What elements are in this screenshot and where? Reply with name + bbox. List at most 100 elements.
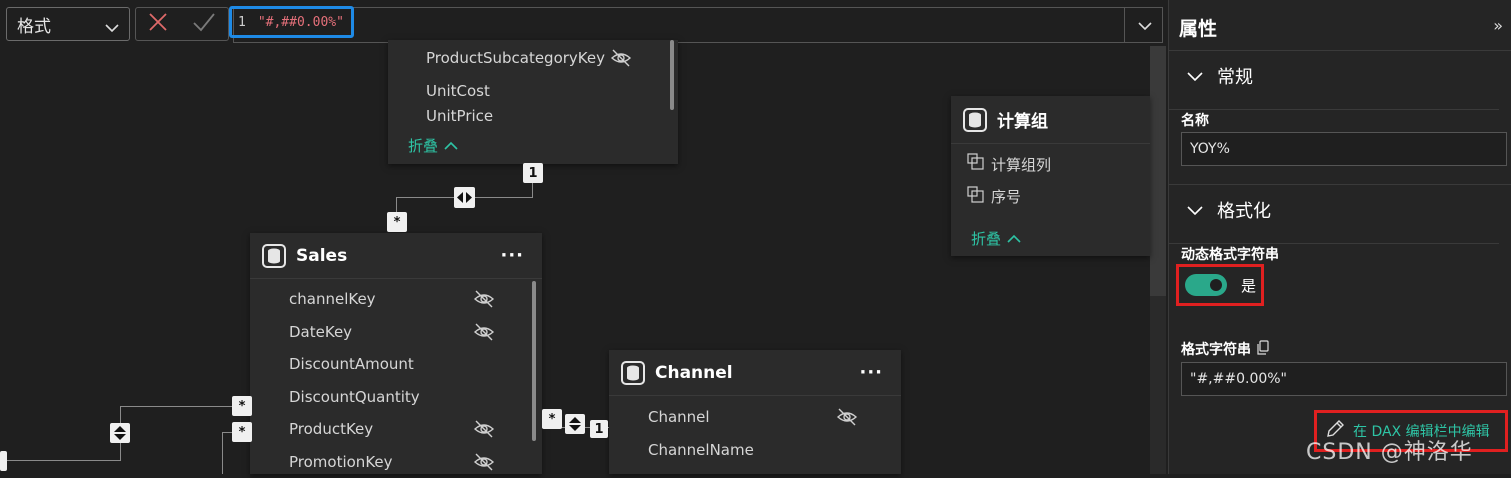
field-row[interactable]: UnitCost bbox=[426, 75, 666, 108]
section-title: 格式化 bbox=[1217, 197, 1271, 223]
relationship-line[interactable] bbox=[396, 197, 397, 213]
field-name: ProductKey bbox=[289, 420, 373, 438]
calc-column-icon bbox=[967, 186, 985, 208]
field-name: 序号 bbox=[991, 186, 1021, 207]
sales-table-card[interactable]: Sales ··· channelKey DateKey DiscountAmo… bbox=[250, 233, 542, 474]
field-row[interactable]: DiscountAmount bbox=[289, 348, 529, 381]
field-row[interactable]: PromotionKey bbox=[289, 446, 529, 478]
field-row[interactable]: channelKey bbox=[289, 283, 529, 316]
relationship-line[interactable] bbox=[0, 460, 121, 461]
many-cardinality-badge[interactable]: * bbox=[387, 212, 407, 232]
table-title: Channel bbox=[655, 363, 733, 383]
hidden-eye-icon[interactable] bbox=[473, 420, 495, 438]
single-filter-icon[interactable] bbox=[565, 414, 585, 434]
field-name: DiscountQuantity bbox=[289, 388, 420, 406]
field-name: Channel bbox=[648, 408, 710, 426]
dynamic-format-toggle-highlight: 是 bbox=[1176, 264, 1264, 306]
field-name: ChannelName bbox=[648, 441, 754, 459]
table-icon bbox=[963, 108, 987, 132]
collapse-label: 折叠 bbox=[408, 135, 438, 156]
more-options-icon[interactable]: ··· bbox=[859, 362, 883, 383]
table-icon bbox=[621, 361, 645, 385]
properties-panel: 属性 » 常规 名称 YOY% 格式化 动态格式字符串 格式字符串 "#,##0… bbox=[1168, 0, 1511, 474]
watermark: CSDN @神洛华 bbox=[1306, 434, 1473, 466]
channel-header[interactable]: Channel ··· bbox=[609, 350, 901, 396]
field-name: PromotionKey bbox=[289, 453, 393, 471]
field-row[interactable]: DateKey bbox=[289, 316, 529, 349]
field-row[interactable]: ChannelName bbox=[648, 434, 888, 467]
canvas-scrollbar[interactable] bbox=[1150, 46, 1166, 296]
copy-icon[interactable] bbox=[1257, 340, 1269, 359]
relationship-line[interactable] bbox=[222, 432, 223, 474]
field-row[interactable]: ProductSubcategoryKey bbox=[426, 42, 666, 75]
hidden-eye-icon[interactable] bbox=[473, 290, 495, 308]
field-row[interactable]: UnitPrice bbox=[426, 107, 666, 125]
commit-icon[interactable] bbox=[192, 12, 216, 36]
table-icon bbox=[262, 244, 286, 268]
table-scrollbar[interactable] bbox=[670, 40, 674, 110]
format-string-label: 格式字符串 bbox=[1181, 339, 1251, 359]
one-cardinality-badge[interactable]: 1 bbox=[590, 420, 608, 438]
cancel-icon[interactable] bbox=[148, 12, 168, 36]
format-string-input[interactable]: "#,##0.00%" bbox=[1181, 362, 1507, 396]
format-string-label-row: 格式字符串 bbox=[1181, 339, 1269, 359]
formula-code-text: "#,##0.00%" bbox=[258, 15, 344, 30]
formula-editor[interactable] bbox=[233, 7, 1163, 43]
chevron-down-icon bbox=[1187, 199, 1203, 220]
field-name: ProductSubcategoryKey bbox=[426, 49, 605, 67]
product-table-card[interactable]: ProductSubcategoryKey UnitCost UnitPrice… bbox=[388, 40, 678, 164]
field-name: UnitPrice bbox=[426, 107, 493, 125]
collapse-label: 折叠 bbox=[971, 228, 1001, 249]
bidirectional-filter-icon[interactable] bbox=[454, 187, 475, 208]
formula-code-highlight[interactable]: 1 "#,##0.00%" bbox=[229, 6, 354, 38]
one-cardinality-badge[interactable] bbox=[0, 451, 7, 471]
calc-group-card[interactable]: 计算组 计算组列 序号 折叠 bbox=[951, 96, 1150, 256]
many-cardinality-badge[interactable]: * bbox=[542, 409, 562, 429]
field-name: DiscountAmount bbox=[289, 355, 414, 373]
relationship-line[interactable] bbox=[532, 182, 533, 198]
canvas-scrollbar-track bbox=[1150, 296, 1166, 474]
collapse-link[interactable]: 折叠 bbox=[971, 228, 1021, 249]
name-label: 名称 bbox=[1169, 109, 1499, 130]
property-dropdown[interactable]: 格式 bbox=[6, 7, 130, 41]
toggle-knob bbox=[1210, 279, 1222, 291]
relationship-line[interactable] bbox=[120, 406, 233, 407]
chevron-down-icon bbox=[1138, 16, 1152, 35]
sales-header[interactable]: Sales ··· bbox=[250, 233, 542, 279]
format-section-header[interactable]: 格式化 bbox=[1169, 184, 1511, 234]
hidden-eye-icon[interactable] bbox=[610, 49, 632, 67]
hidden-eye-icon[interactable] bbox=[473, 323, 495, 341]
collapse-link[interactable]: 折叠 bbox=[408, 135, 458, 156]
expand-panel-icon[interactable]: » bbox=[1493, 16, 1503, 35]
many-cardinality-badge[interactable]: * bbox=[232, 396, 252, 416]
general-section-header[interactable]: 常规 bbox=[1169, 50, 1511, 100]
hidden-eye-icon[interactable] bbox=[473, 453, 495, 471]
name-input[interactable]: YOY% bbox=[1181, 132, 1507, 166]
one-cardinality-badge[interactable]: 1 bbox=[523, 163, 543, 183]
chevron-up-icon bbox=[1007, 230, 1021, 248]
formula-expand-button[interactable] bbox=[1124, 8, 1164, 42]
field-row[interactable]: 计算组列 bbox=[967, 148, 1051, 181]
field-row[interactable]: 序号 bbox=[967, 181, 1051, 214]
single-filter-icon[interactable] bbox=[110, 423, 130, 443]
calc-column-icon bbox=[967, 153, 985, 175]
dynamic-format-toggle[interactable] bbox=[1185, 274, 1227, 296]
field-row[interactable]: ProductKey bbox=[289, 413, 529, 446]
field-row[interactable]: Channel bbox=[648, 401, 888, 434]
table-scrollbar[interactable] bbox=[532, 281, 536, 441]
field-name: 计算组列 bbox=[991, 154, 1051, 175]
section-title: 常规 bbox=[1217, 63, 1253, 89]
toggle-label: 是 bbox=[1241, 275, 1256, 296]
field-row[interactable]: DiscountQuantity bbox=[289, 381, 529, 414]
calc-group-header[interactable]: 计算组 bbox=[951, 96, 1150, 144]
formula-commit-controls bbox=[135, 7, 229, 41]
chevron-down-icon bbox=[1187, 65, 1203, 86]
field-name: channelKey bbox=[289, 290, 376, 308]
more-options-icon[interactable]: ··· bbox=[500, 245, 524, 266]
hidden-eye-icon[interactable] bbox=[836, 408, 858, 426]
channel-table-card[interactable]: Channel ··· Channel ChannelName bbox=[609, 350, 901, 474]
chevron-up-icon bbox=[444, 137, 458, 155]
field-name: UnitCost bbox=[426, 82, 490, 100]
property-dropdown-label: 格式 bbox=[17, 12, 51, 37]
many-cardinality-badge[interactable]: * bbox=[232, 422, 252, 442]
